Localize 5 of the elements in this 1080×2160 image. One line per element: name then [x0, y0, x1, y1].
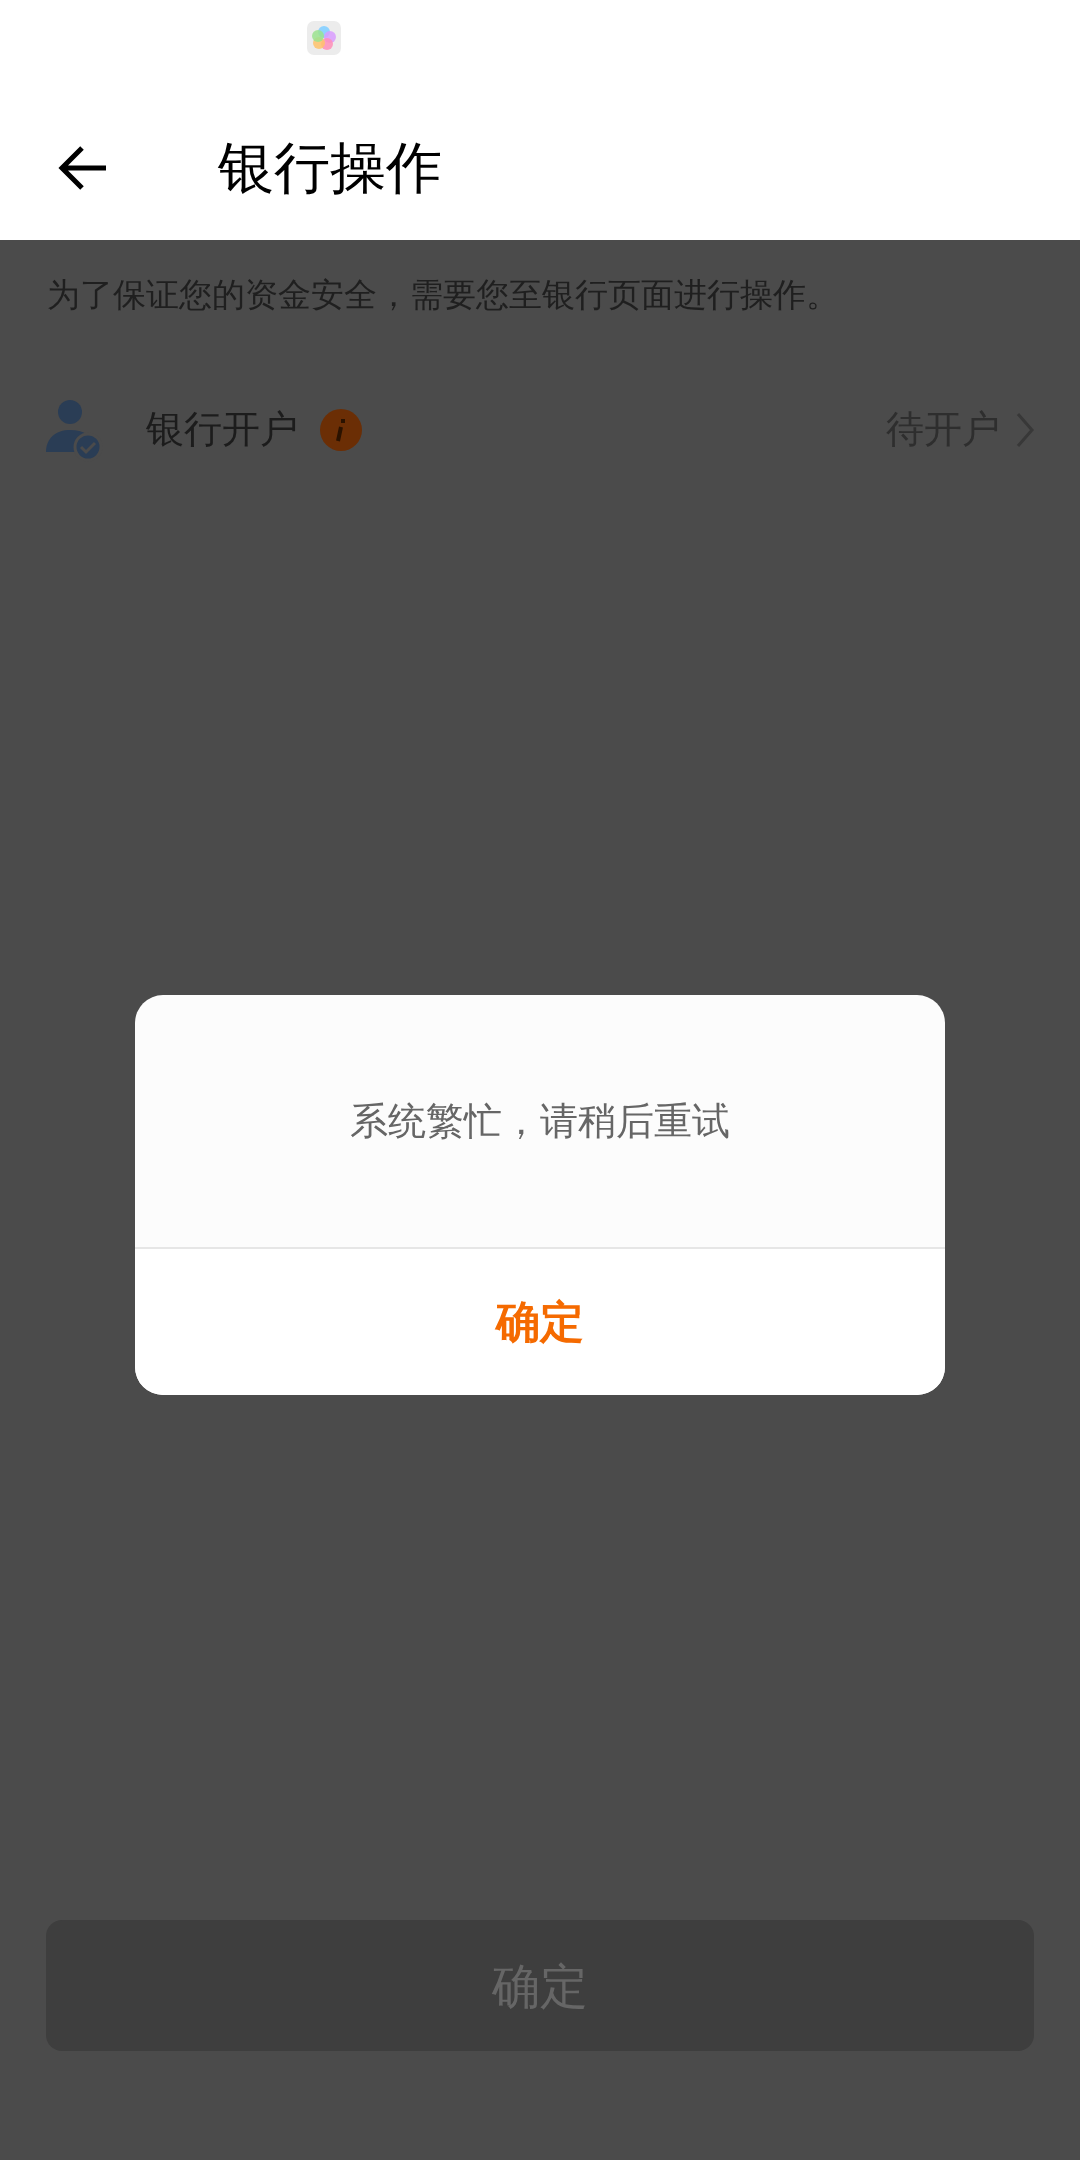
back-icon[interactable] — [58, 144, 108, 191]
page-title: 银行操作 — [218, 133, 442, 202]
app-icon — [307, 21, 341, 55]
info-icon[interactable] — [320, 408, 362, 451]
dialog-message: 系统繁忙，请稍后重试 — [350, 1097, 730, 1145]
